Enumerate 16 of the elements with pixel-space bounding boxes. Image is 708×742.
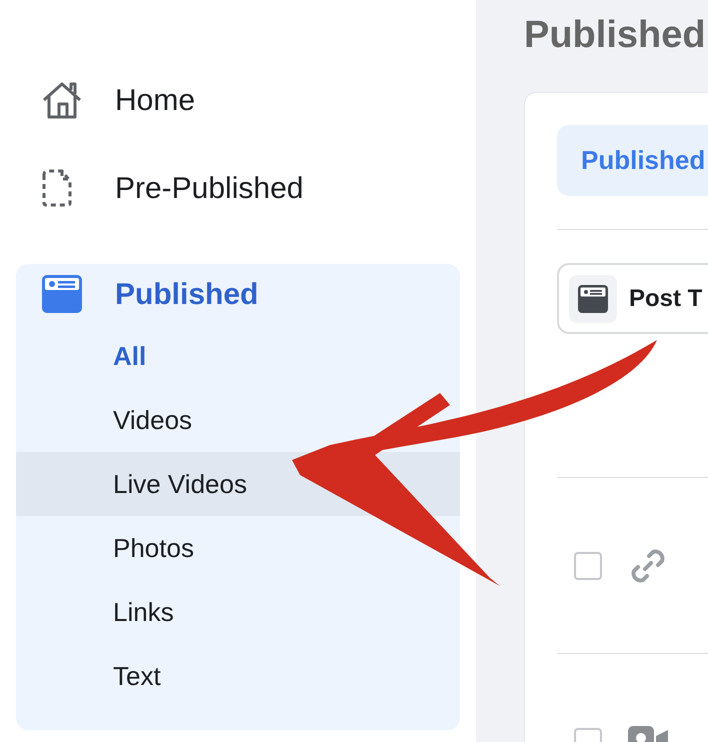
nav-item[interactable]: Pre-Published bbox=[115, 166, 304, 210]
nav-subitem[interactable]: All bbox=[16, 324, 460, 388]
nav-subitem[interactable]: Text bbox=[16, 644, 460, 708]
post-type-dropdown[interactable]: Post T bbox=[557, 263, 708, 334]
document-icon bbox=[42, 169, 72, 207]
nav-item[interactable]: Home bbox=[115, 78, 196, 122]
page-title: Published bbox=[524, 13, 707, 58]
checkbox[interactable] bbox=[574, 552, 602, 580]
card-icon bbox=[42, 275, 82, 313]
nav-item[interactable]: Published bbox=[115, 272, 258, 316]
home-icon bbox=[42, 80, 82, 120]
nav-subitem[interactable]: Links bbox=[16, 580, 460, 644]
tab[interactable]: Published bbox=[557, 125, 708, 196]
nav-subitem[interactable]: Videos bbox=[16, 388, 460, 452]
nav-subitem[interactable]: Photos bbox=[16, 516, 460, 580]
card-icon bbox=[569, 274, 617, 322]
